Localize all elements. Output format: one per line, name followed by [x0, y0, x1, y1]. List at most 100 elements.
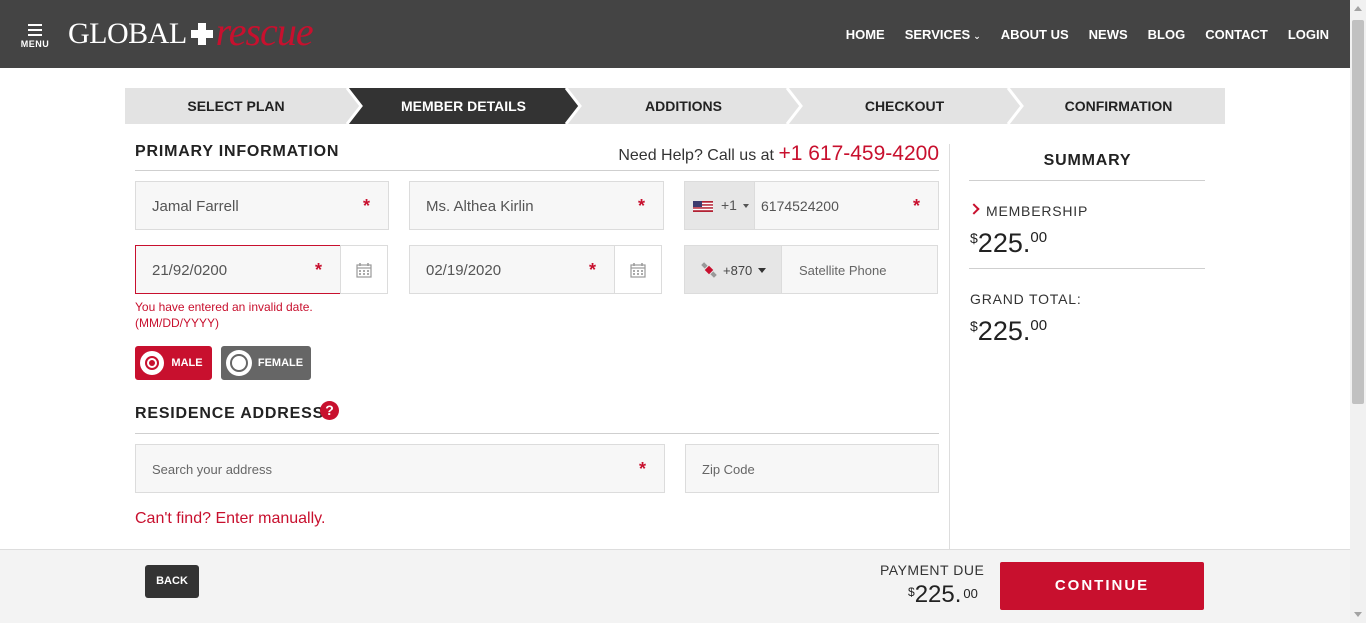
back-button[interactable]: BACK	[145, 565, 199, 598]
continue-button[interactable]: CONTINUE	[1000, 562, 1204, 610]
zip-code-input[interactable]: Zip Code	[685, 444, 939, 493]
payment-due-label: PAYMENT DUE	[880, 562, 985, 578]
membership-currency: $	[970, 230, 978, 246]
scroll-down-arrow-icon[interactable]	[1354, 612, 1362, 617]
grand-currency: $	[970, 318, 978, 334]
payment-dollars: 225.	[914, 581, 962, 608]
satellite-country-code: +870	[723, 263, 753, 278]
date-of-birth-calendar-button[interactable]	[340, 245, 388, 294]
scrollbar-thumb[interactable]	[1352, 20, 1364, 404]
nav-services[interactable]: SERVICES ⌄	[905, 27, 981, 42]
residence-address-title: RESIDENCE ADDRESS	[135, 405, 325, 422]
chevron-down-icon: ⌄	[973, 31, 981, 41]
phone-country-code: +1	[721, 197, 737, 213]
payment-due-amount: $225. 00	[908, 581, 978, 609]
gender-female-label: FEMALE	[257, 357, 304, 369]
date-of-birth-value: 21/92/0200	[152, 262, 228, 279]
main-nav: HOME SERVICES ⌄ ABOUT US NEWS BLOG CONTAC…	[846, 27, 1329, 42]
logo-word-global: GLOBAL	[68, 17, 187, 50]
contact-name-field[interactable]: Ms. Althea Kirlin *	[409, 181, 664, 230]
global-rescue-logo[interactable]: GLOBAL rescue	[68, 9, 314, 54]
enter-manually-link[interactable]: Can't find? Enter manually.	[135, 510, 325, 528]
payment-cents: 00	[963, 586, 978, 601]
grand-total-label: GRAND TOTAL:	[970, 291, 1082, 307]
date-error-line1: You have entered an invalid date.	[135, 300, 313, 314]
menu-button[interactable]: MENU	[18, 24, 52, 49]
address-search-input[interactable]: Search your address *	[135, 444, 665, 493]
membership-price: $225.00	[970, 228, 1047, 259]
membership-label[interactable]: MEMBERSHIP	[986, 203, 1088, 219]
payment-currency: $	[908, 585, 915, 599]
step-additions[interactable]: ADDITIONS	[580, 88, 787, 124]
question-circle-icon[interactable]: ?	[320, 401, 339, 420]
required-asterisk-icon: *	[912, 196, 920, 216]
cross-icon	[190, 23, 213, 45]
us-flag-icon	[693, 201, 713, 212]
summary-title-rule	[969, 180, 1205, 181]
membership-cents: 00	[1030, 229, 1048, 246]
gender-male-option[interactable]: MALE	[135, 346, 212, 380]
checkout-progress-steps: SELECT PLAN MEMBER DETAILS ADDITIONS CHE…	[125, 88, 1225, 124]
phone-country-selector[interactable]: +1	[685, 182, 755, 229]
need-help-label: Need Help? Call us at	[618, 147, 774, 164]
primary-divider	[135, 170, 939, 171]
nav-login[interactable]: LOGIN	[1288, 27, 1329, 42]
summary-title: SUMMARY	[1043, 152, 1132, 169]
satellite-country-selector[interactable]: +870	[685, 246, 782, 293]
summary-divider	[949, 144, 950, 549]
membership-dollars: 225.	[977, 228, 1031, 258]
date-error-line2: (MM/DD/YYYY)	[135, 316, 219, 330]
scroll-up-arrow-icon[interactable]	[1354, 6, 1362, 11]
grand-total-price: $225.00	[970, 316, 1047, 347]
menu-label: MENU	[20, 39, 50, 49]
grand-cents: 00	[1030, 317, 1048, 334]
zip-placeholder: Zip Code	[702, 462, 755, 477]
grand-dollars: 225.	[977, 316, 1031, 346]
calendar-icon	[630, 262, 646, 278]
date-error-message: You have entered an invalid date. (MM/DD…	[135, 299, 313, 331]
second-date-value: 02/19/2020	[426, 262, 502, 279]
caret-down-icon	[758, 268, 766, 273]
nav-home[interactable]: HOME	[846, 27, 885, 42]
radio-unselected-icon	[226, 350, 252, 376]
gender-female-option[interactable]: FEMALE	[221, 346, 311, 380]
caret-down-icon	[743, 204, 749, 208]
nav-contact[interactable]: CONTACT	[1205, 27, 1268, 42]
site-header: MENU GLOBAL rescue HOME SERVICES ⌄ ABOUT …	[0, 0, 1350, 68]
nav-about-us[interactable]: ABOUT US	[1001, 27, 1069, 42]
phone-value: 6174524200	[761, 198, 839, 214]
second-date-calendar-button[interactable]	[614, 245, 662, 294]
vertical-scrollbar[interactable]	[1350, 0, 1366, 623]
contact-name-value: Ms. Althea Kirlin	[426, 198, 534, 215]
step-select-plan[interactable]: SELECT PLAN	[125, 88, 347, 124]
second-date-field[interactable]: 02/19/2020 *	[409, 245, 615, 294]
nav-news[interactable]: NEWS	[1089, 27, 1128, 42]
required-asterisk-icon: *	[588, 260, 596, 280]
summary-mid-rule	[969, 268, 1205, 269]
nav-services-label: SERVICES	[904, 27, 971, 42]
required-asterisk-icon: *	[362, 196, 370, 216]
gender-male-label: MALE	[171, 357, 203, 369]
name-field[interactable]: Jamal Farrell *	[135, 181, 389, 230]
need-help-text: Need Help? Call us at +1 617-459-4200	[618, 142, 939, 166]
logo-word-rescue: rescue	[215, 8, 314, 54]
satellite-phone-placeholder: Satellite Phone	[799, 263, 887, 278]
date-of-birth-field[interactable]: 21/92/0200 *	[135, 245, 341, 294]
calendar-icon	[356, 262, 372, 278]
residence-divider	[135, 433, 939, 434]
step-checkout[interactable]: CHECKOUT	[801, 88, 1008, 124]
hamburger-icon	[28, 24, 42, 36]
step-confirmation[interactable]: CONFIRMATION	[1022, 88, 1215, 124]
name-value: Jamal Farrell	[152, 198, 239, 215]
satellite-icon	[701, 262, 717, 278]
required-asterisk-icon: *	[638, 459, 646, 479]
required-asterisk-icon: *	[637, 196, 645, 216]
radio-selected-icon	[140, 351, 164, 375]
required-asterisk-icon: *	[314, 260, 322, 280]
chevron-right-icon[interactable]	[968, 203, 980, 215]
step-member-details[interactable]: MEMBER DETAILS	[361, 88, 566, 124]
primary-information-title: PRIMARY INFORMATION	[135, 143, 340, 160]
nav-blog[interactable]: BLOG	[1148, 27, 1186, 42]
help-phone-link[interactable]: +1 617-459-4200	[778, 142, 939, 165]
address-placeholder: Search your address	[152, 462, 272, 477]
